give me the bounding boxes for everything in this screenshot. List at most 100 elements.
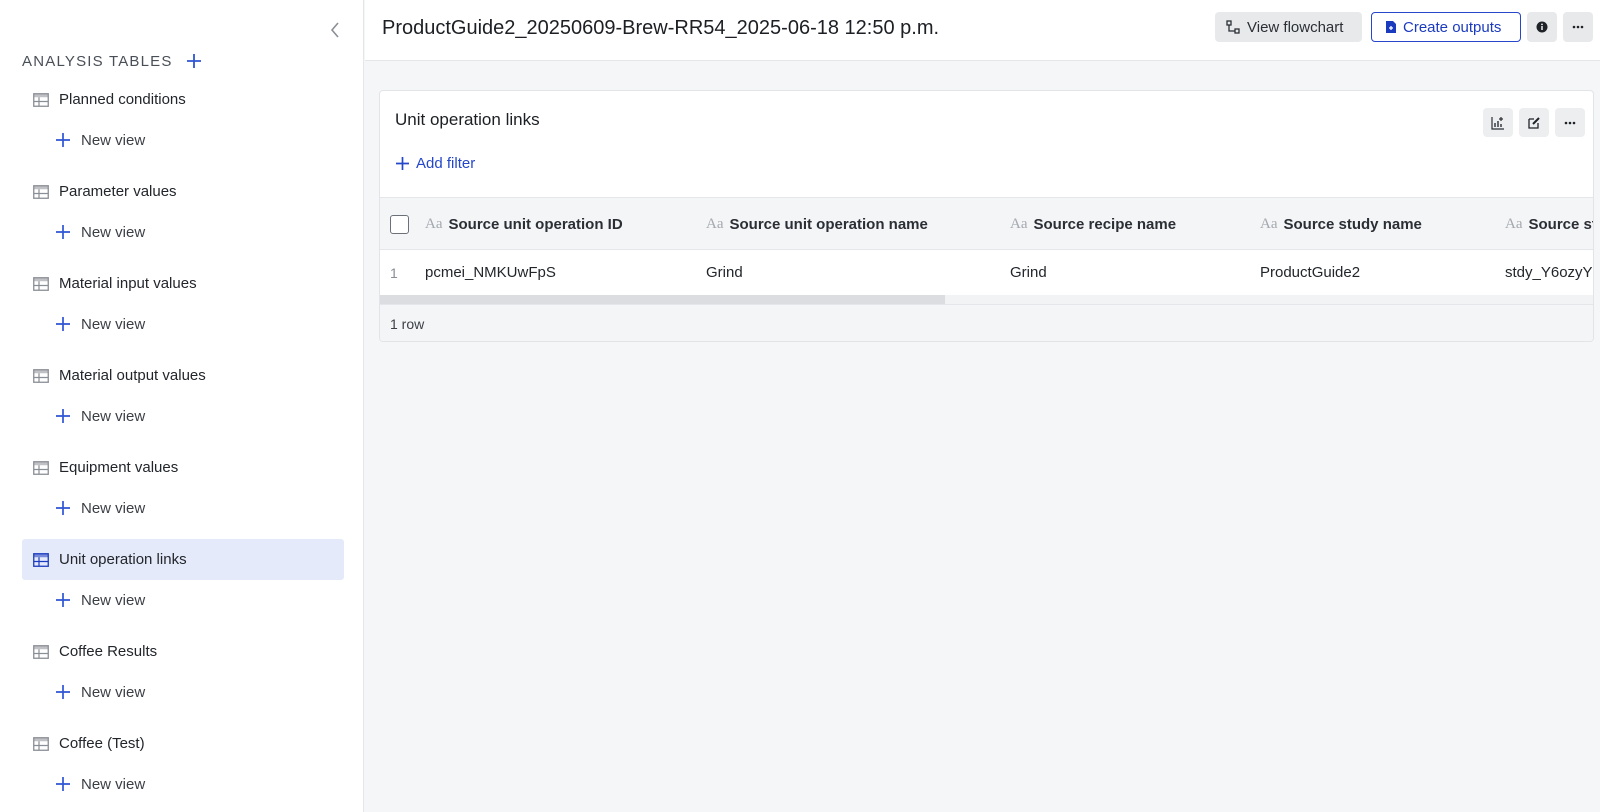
column-header[interactable]: Aa Source unit operation ID — [425, 198, 623, 251]
edit-table-button[interactable] — [1519, 108, 1549, 137]
plus-icon — [55, 316, 71, 332]
new-view-button[interactable]: New view — [55, 489, 145, 527]
sidebar-item-coffee-results[interactable]: Coffee Results — [22, 631, 344, 672]
new-view-button[interactable]: New view — [55, 673, 145, 711]
plus-icon — [55, 776, 71, 792]
plus-icon — [55, 592, 71, 608]
sidebar-item-parameter-values[interactable]: Parameter values — [22, 171, 344, 212]
sidebar-item-unit-operation-links[interactable]: Unit operation links — [22, 539, 344, 580]
nav-group: Coffee (Test) New view — [22, 723, 344, 812]
sidebar-item-coffee-test[interactable]: Coffee (Test) — [22, 723, 344, 764]
plus-icon — [55, 684, 71, 700]
text-type-icon: Aa — [706, 216, 724, 232]
info-button[interactable] — [1527, 12, 1557, 42]
more-options-button[interactable] — [1563, 12, 1593, 42]
column-header[interactable]: Aa Source recipe name — [1010, 198, 1176, 251]
new-view-label: New view — [81, 683, 146, 701]
column-header-label: Source st — [1528, 216, 1594, 233]
new-view-button[interactable]: New view — [55, 397, 145, 435]
sidebar: ANALYSIS TABLES Planned conditions New v… — [0, 0, 364, 812]
edit-icon — [1528, 116, 1540, 129]
flowchart-icon — [1226, 20, 1240, 34]
sidebar-item-label: Parameter values — [59, 183, 177, 200]
new-view-label: New view — [81, 499, 146, 517]
table-cell: Grind — [706, 264, 743, 281]
sidebar-item-material-output-values[interactable]: Material output values — [22, 355, 344, 396]
row-number: 1 — [390, 264, 398, 281]
table-cell: pcmei_NMKUwFpS — [425, 264, 556, 281]
text-type-icon: Aa — [1505, 216, 1523, 232]
plus-icon — [55, 500, 71, 516]
sidebar-item-material-input-values[interactable]: Material input values — [22, 263, 344, 304]
new-view-label: New view — [81, 223, 146, 241]
scrollbar-thumb[interactable] — [380, 295, 945, 304]
new-view-button[interactable]: New view — [55, 765, 145, 803]
nav-group: Coffee Results New view — [22, 631, 344, 723]
row-count: 1 row — [390, 316, 425, 332]
new-view-label: New view — [81, 775, 146, 793]
table-row[interactable]: 1 pcmei_NMKUwFpS Grind Grind ProductGuide2 s… — [380, 250, 1593, 295]
new-view-button[interactable]: New view — [55, 581, 145, 619]
add-filter-button[interactable]: Add filter — [395, 155, 475, 172]
view-flowchart-button[interactable]: View flowchart — [1215, 12, 1362, 42]
horizontal-scrollbar[interactable] — [380, 295, 1593, 304]
nav-group: Unit operation links New view — [22, 539, 344, 631]
sidebar-item-label: Equipment values — [59, 459, 179, 476]
sidebar-item-label: Unit operation links — [59, 551, 187, 568]
new-view-label: New view — [81, 315, 146, 333]
nav-group: Material output values New view — [22, 355, 344, 447]
new-view-label: New view — [81, 131, 146, 149]
chart-add-icon — [1491, 116, 1504, 130]
table-icon — [33, 460, 49, 475]
sidebar-item-label: Planned conditions — [59, 91, 186, 108]
create-outputs-button[interactable]: Create outputs — [1371, 12, 1521, 42]
collapse-sidebar-button[interactable] — [324, 18, 346, 42]
top-bar: ProductGuide2_20250609-Brew-RR54_2025-06… — [365, 0, 1600, 61]
table-icon — [33, 184, 49, 199]
plus-icon — [55, 408, 71, 424]
column-header-label: Source recipe name — [1033, 216, 1177, 233]
table-icon — [33, 552, 49, 567]
nav-group: Parameter values New view — [22, 171, 344, 263]
add-table-button[interactable] — [185, 52, 203, 70]
select-all-checkbox[interactable] — [390, 215, 409, 234]
new-view-button[interactable]: New view — [55, 121, 145, 159]
card-actions — [1477, 108, 1585, 137]
table-icon — [33, 736, 49, 751]
card-title: Unit operation links — [395, 110, 540, 129]
table-cell: stdy_Y6ozyY — [1505, 264, 1593, 281]
sidebar-item-equipment-values[interactable]: Equipment values — [22, 447, 344, 488]
column-header[interactable]: Aa Source study name — [1260, 198, 1422, 251]
text-type-icon: Aa — [425, 216, 443, 232]
table-icon — [33, 92, 49, 107]
text-type-icon: Aa — [1260, 216, 1278, 232]
add-chart-button[interactable] — [1483, 108, 1513, 137]
table-icon — [33, 276, 49, 291]
table-cell: ProductGuide2 — [1260, 264, 1361, 281]
column-header[interactable]: Aa Source st — [1505, 198, 1594, 251]
add-filter-label: Add filter — [416, 155, 476, 172]
sidebar-item-label: Material input values — [59, 275, 197, 292]
new-view-button[interactable]: New view — [55, 213, 145, 251]
table-card: Unit operation links Add filter Aa Source — [379, 90, 1594, 342]
nav-group: Planned conditions New view — [22, 79, 344, 171]
document-export-icon — [1386, 21, 1396, 33]
new-view-label: New view — [81, 407, 146, 425]
info-icon — [1536, 21, 1548, 33]
nav-group: Material input values New view — [22, 263, 344, 355]
plus-icon — [55, 132, 71, 148]
table-header: Aa Source unit operation ID Aa Source unit … — [380, 197, 1594, 251]
sidebar-title: ANALYSIS TABLES — [22, 52, 173, 70]
new-view-button[interactable]: New view — [55, 305, 145, 343]
table-icon — [33, 644, 49, 659]
ellipsis-icon — [1564, 121, 1576, 124]
column-header-label: Source study name — [1283, 216, 1422, 233]
table-more-button[interactable] — [1555, 108, 1585, 137]
chevron-left-icon — [330, 22, 339, 38]
ellipsis-icon — [1572, 25, 1584, 29]
column-header[interactable]: Aa Source unit operation name — [706, 198, 928, 251]
plus-icon — [396, 157, 409, 170]
sidebar-item-planned-conditions[interactable]: Planned conditions — [22, 79, 344, 120]
text-type-icon: Aa — [1010, 216, 1028, 232]
sidebar-item-label: Coffee (Test) — [59, 735, 145, 752]
